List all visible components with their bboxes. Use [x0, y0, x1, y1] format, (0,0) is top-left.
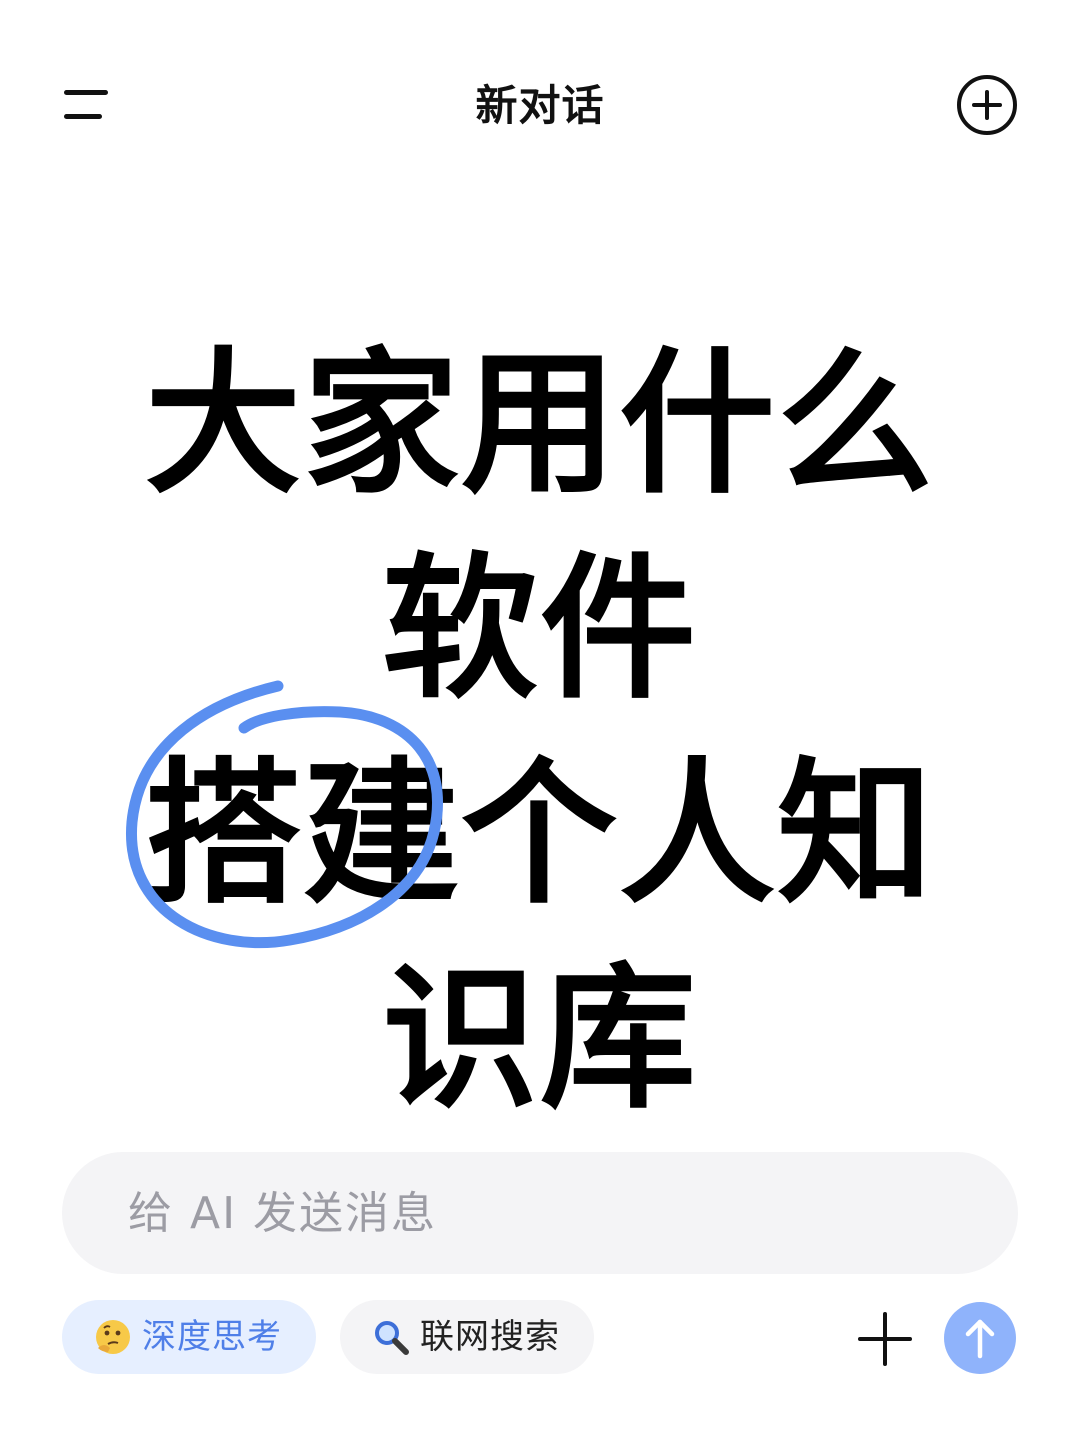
- headline-line-4: 识库: [382, 948, 698, 1130]
- arrow-up-icon: [965, 1319, 995, 1359]
- web-search-toggle[interactable]: 联网搜索: [340, 1300, 594, 1374]
- thinking-face-icon: [96, 1320, 130, 1354]
- new-chat-button[interactable]: [956, 74, 1018, 136]
- headline-line-3: 搭建个人知: [145, 743, 935, 925]
- headline: 大家用什么 软件 搭建个人知 识库: [0, 322, 1080, 1142]
- page-title: 新对话: [475, 81, 605, 130]
- plus-icon: [858, 1312, 912, 1366]
- message-input[interactable]: 给 AI 发送消息: [62, 1152, 1018, 1274]
- send-button[interactable]: [944, 1302, 1016, 1374]
- web-search-label: 联网搜索: [420, 1317, 560, 1357]
- message-input-placeholder: 给 AI 发送消息: [128, 1188, 438, 1239]
- plus-circle-icon: [957, 75, 1017, 135]
- headline-line-1: 大家用什么: [145, 333, 935, 515]
- deep-think-label: 深度思考: [142, 1317, 282, 1357]
- headline-line-2: 软件: [382, 538, 698, 720]
- magnifier-icon: [375, 1321, 409, 1355]
- attach-button[interactable]: [856, 1310, 914, 1368]
- deep-think-toggle[interactable]: 深度思考: [62, 1300, 316, 1374]
